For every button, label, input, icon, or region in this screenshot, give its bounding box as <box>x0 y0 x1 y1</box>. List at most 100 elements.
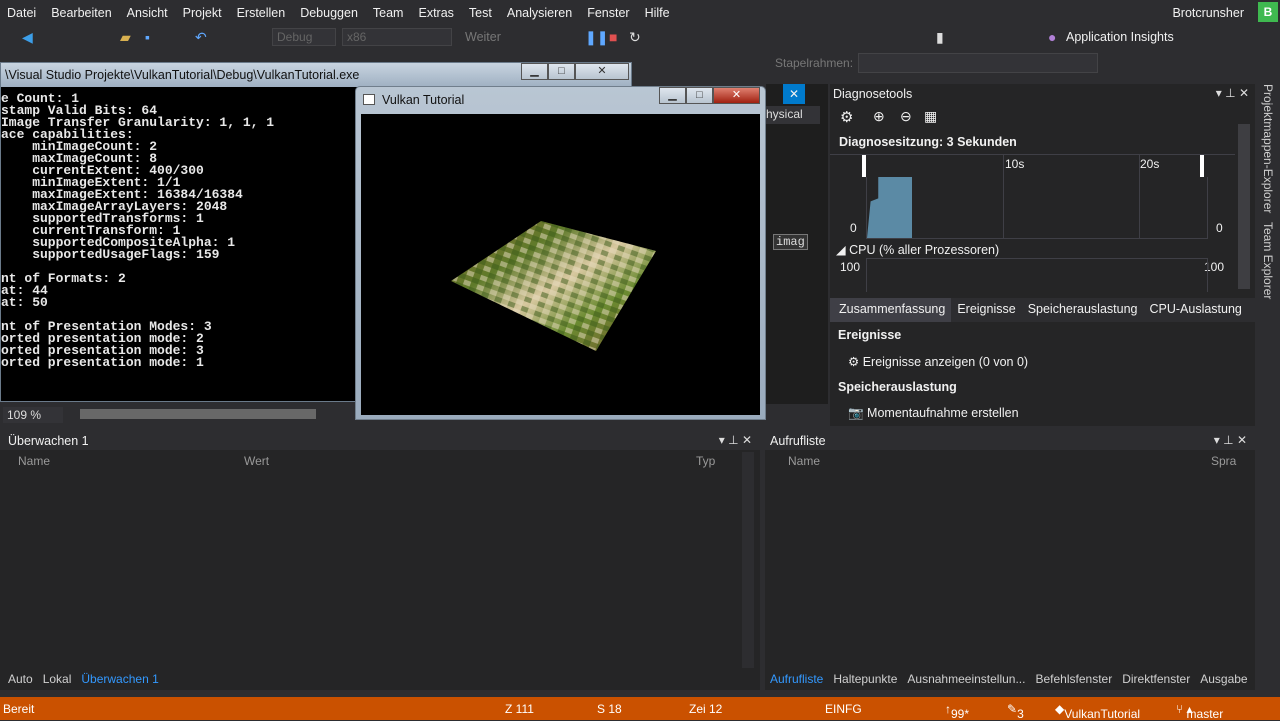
timeline[interactable]: 10s 20s 0 0 <box>830 154 1235 239</box>
minimize-button[interactable]: ▁ <box>521 63 548 80</box>
close-button[interactable]: ✕ <box>713 87 760 104</box>
tab-speicherauslastung[interactable]: Speicherauslastung <box>1022 298 1144 322</box>
tab-ausgabe[interactable]: Ausgabe <box>1195 671 1252 687</box>
menu-analysieren[interactable]: Analysieren <box>500 6 580 20</box>
menu-team[interactable]: Team <box>366 6 412 20</box>
show-events-label: Ereignisse anzeigen (0 von 0) <box>862 355 1029 369</box>
tab-direktfenster[interactable]: Direktfenster <box>1117 671 1195 687</box>
col-value: Wert <box>244 454 270 468</box>
tab-ereignisse[interactable]: Ereignisse <box>951 298 1021 322</box>
show-events-link[interactable]: ⚙ Ereignisse anzeigen (0 von 0) <box>848 354 1253 369</box>
call-stack-title: Aufrufliste <box>765 432 1255 450</box>
tab-haltepunkte[interactable]: Haltepunkte <box>828 671 902 687</box>
diag-scrollbar[interactable] <box>1238 124 1250 289</box>
push-count-value: 99* <box>951 707 970 721</box>
menu-hilfe[interactable]: Hilfe <box>638 6 678 20</box>
avatar[interactable]: B <box>1258 2 1278 22</box>
range-end-handle[interactable] <box>1200 155 1204 177</box>
cpu-axis-top: 100 <box>840 260 861 274</box>
undo-icon[interactable]: ↶ <box>195 29 207 46</box>
tab-zusammenfassung[interactable]: Zusammenfassung <box>830 298 952 322</box>
tab-cpu-auslastung[interactable]: CPU-Auslastung <box>1143 298 1247 322</box>
diagnostic-tools-panel: Diagnosetools ▾ ⊥ ✕ ⚙ ⊕ ⊖ ▦ Diagnosesitz… <box>830 84 1255 426</box>
tab-auto[interactable]: Auto <box>3 671 38 687</box>
stack-frame-label: Stapelrahmen: <box>775 56 854 70</box>
toolbar: ◀ ▰ ▪ ↶ ❚❚ ■ ↻ ▮ ● Application Insights … <box>0 26 1280 50</box>
stop-icon[interactable]: ■ <box>609 29 617 45</box>
watch-title: Überwachen 1 <box>0 432 760 450</box>
reset-zoom-icon[interactable]: ▦ <box>924 108 937 125</box>
user-name[interactable]: Brotcrunsher <box>1172 6 1244 20</box>
side-tab-solution-explorer[interactable]: Projektmappen-Explorer <box>1261 84 1275 213</box>
pending-edits-value: 3 <box>1017 707 1024 721</box>
panel-controls-icon[interactable]: ▾ ⊥ ✕ <box>719 433 752 447</box>
maximize-button[interactable]: □ <box>686 87 713 104</box>
vulkan-window[interactable]: Vulkan Tutorial ▁ □ ✕ <box>355 86 766 420</box>
watch-scrollbar[interactable] <box>742 452 754 668</box>
save-icon[interactable]: ▪ <box>145 29 150 45</box>
cpu-label: CPU (% aller Prozessoren) <box>849 243 1000 257</box>
col-name: Name <box>788 454 821 468</box>
push-count[interactable]: ↑ 99* <box>945 702 969 721</box>
bookmark-icon[interactable]: ▮ <box>936 29 944 46</box>
tab-watch1[interactable]: Überwachen 1 <box>76 671 164 687</box>
take-snapshot-label: Momentaufnahme erstellen <box>867 406 1019 420</box>
diag-tabs: Zusammenfassung Ereignisse Speicherausla… <box>830 298 1255 322</box>
maximize-button[interactable]: □ <box>548 63 575 80</box>
cpu-section-label[interactable]: ◢ CPU (% aller Prozessoren) <box>836 242 1241 257</box>
range-start-handle[interactable] <box>862 155 866 177</box>
call-stack-panel: Aufrufliste ▾ ⊥ ✕ Name Spra <box>765 432 1255 690</box>
editor-area[interactable]: ✕ hysical imag <box>766 84 828 424</box>
minimize-button[interactable]: ▁ <box>659 87 686 104</box>
zoom-in-icon[interactable]: ⊕ <box>873 108 885 125</box>
col-type: Typ <box>696 454 716 468</box>
repository[interactable]: ◆ VulkanTutorial <box>1055 702 1140 721</box>
continue-button[interactable]: Weiter <box>465 30 501 44</box>
vulkan-window-title: Vulkan Tutorial <box>382 93 465 107</box>
pause-icon[interactable]: ❚❚ <box>585 29 608 46</box>
side-tab-team-explorer[interactable]: Team Explorer <box>1261 222 1275 299</box>
zoom-out-icon[interactable]: ⊖ <box>900 108 912 125</box>
window-icon <box>363 94 375 105</box>
menu-bearbeiten[interactable]: Bearbeiten <box>44 6 119 20</box>
stack-frame-dropdown[interactable] <box>858 53 1098 73</box>
close-button[interactable]: ✕ <box>575 63 629 80</box>
tab-aufrufliste[interactable]: Aufrufliste <box>765 671 829 687</box>
member-dropdown[interactable]: hysical <box>766 106 820 124</box>
config-dropdown[interactable]: Debug <box>272 28 336 46</box>
call-stack-tabs: Aufrufliste Haltepunkte Ausnahmeeinstell… <box>765 671 1253 687</box>
take-snapshot-button[interactable]: 📷 Momentaufnahme erstellen <box>848 406 1253 421</box>
menu-extras[interactable]: Extras <box>411 6 461 20</box>
platform-dropdown[interactable]: x86 <box>342 28 452 46</box>
memory-graph <box>866 177 1208 239</box>
horizontal-scrollbar[interactable] <box>80 409 316 419</box>
menu-test[interactable]: Test <box>462 6 500 20</box>
tab-lokal[interactable]: Lokal <box>38 671 77 687</box>
open-folder-icon[interactable]: ▰ <box>120 29 131 46</box>
zoom-dropdown[interactable]: 109 % <box>3 407 63 423</box>
branch[interactable]: ⑂ master ▴ <box>1176 702 1223 721</box>
back-icon[interactable]: ◀ <box>22 29 33 46</box>
menu-debuggen[interactable]: Debuggen <box>293 6 366 20</box>
menu-erstellen[interactable]: Erstellen <box>230 6 294 20</box>
menu-datei[interactable]: Datei <box>0 6 44 20</box>
status-text: Bereit <box>3 702 35 716</box>
tab-befehlsfenster[interactable]: Befehlsfenster <box>1030 671 1117 687</box>
events-heading: Ereignisse <box>838 328 902 342</box>
status-insert-mode: EINFG <box>825 702 862 716</box>
close-panel-icon[interactable]: ▾ ⊥ ✕ <box>1216 86 1249 100</box>
vulkan-window-controls: ▁ □ ✕ <box>659 87 760 104</box>
panel-controls-icon[interactable]: ▾ ⊥ ✕ <box>1214 433 1247 447</box>
menu-fenster[interactable]: Fenster <box>580 6 637 20</box>
application-insights-button[interactable]: Application Insights <box>1066 30 1174 44</box>
close-tab-icon[interactable]: ✕ <box>783 84 805 104</box>
diag-title: Diagnosetools <box>833 87 913 101</box>
pending-edits[interactable]: ✎ 3 <box>1007 702 1024 721</box>
menu-ansicht[interactable]: Ansicht <box>120 6 176 20</box>
settings-icon[interactable]: ⚙ <box>840 108 853 126</box>
menu-projekt[interactable]: Projekt <box>176 6 230 20</box>
menu-bar: Datei Bearbeiten Ansicht Projekt Erstell… <box>0 0 1280 26</box>
tab-ausnahmeeinstellungen[interactable]: Ausnahmeeinstellun... <box>902 671 1030 687</box>
textured-quad <box>451 221 656 351</box>
restart-icon[interactable]: ↻ <box>629 29 641 46</box>
